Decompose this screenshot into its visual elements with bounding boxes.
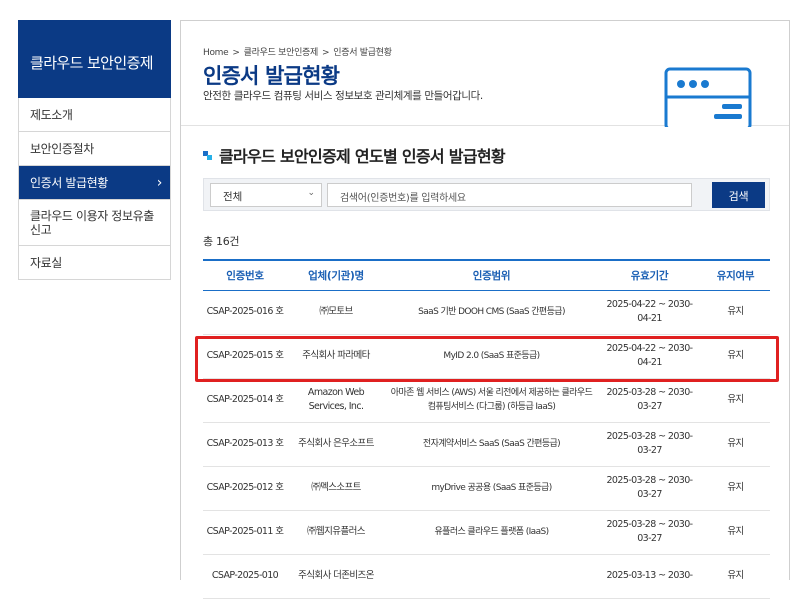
valid-period: 2025-03-13 ~ 2030- [598,554,701,599]
cert-id: CSAP-2025-015 호 [203,334,287,379]
status: 유지 [701,378,770,423]
sidebar-item-label: 보안인증절차 [30,142,94,156]
sidebar: 클라우드 보안인증제 제도소개 보안인증절차 인증서 발급현황 › 클라우드 이… [18,20,171,280]
chevron-down-icon: ⌄ [307,188,315,198]
sidebar-item-intro[interactable]: 제도소개 [19,98,170,132]
company-name: 주식회사 더존비즈온 [287,554,385,599]
breadcrumb: Home > 클라우드 보안인증제 > 인증서 발급현황 [203,45,394,58]
sidebar-item-library[interactable]: 자료실 [19,246,170,280]
column-header-status: 유지여부 [716,269,755,282]
sidebar-title: 클라우드 보안인증제 [18,20,171,98]
company-name: ㈜모토브 [287,290,385,335]
table-row[interactable]: CSAP-2025-014 호 Amazon Web Services, Inc… [203,378,770,423]
category-select[interactable]: 전체 ⌄ [210,183,322,207]
browser-window-icon [664,67,752,127]
valid-period: 2025-03-28 ~ 2030-03-27 [598,422,701,467]
search-input[interactable]: 검색어(인증번호)를 입력하세요 [327,183,692,207]
company-name: 주식회사 은우소프트 [287,422,385,467]
breadcrumb-item[interactable]: 클라우드 보안인증제 [244,48,319,58]
breadcrumb-separator: > [232,48,240,58]
sidebar-item-leak-report[interactable]: 클라우드 이용자 정보유출 신고 [19,200,170,246]
status: 유지 [701,554,770,599]
sidebar-item-label: 자료실 [30,256,62,270]
search-button[interactable]: 검색 [712,182,765,208]
table-row[interactable]: CSAP-2025-016 호 ㈜모토브 SaaS 기반 DOOH CMS (S… [203,290,770,335]
certificate-table: 인증번호 업체(기관)명 인증범위 유효기간 유지여부 CSAP-2025-01… [203,259,770,599]
cert-scope: 전자계약서비스 SaaS (SaaS 간편등급) [385,422,598,467]
table-row[interactable]: CSAP-2025-013 호 주식회사 은우소프트 전자계약서비스 SaaS … [203,422,770,467]
cert-scope [385,554,598,599]
cert-scope: 아마존 웹 서비스 (AWS) 서울 리전에서 제공하는 클라우드컴퓨팅서비스 … [385,378,598,423]
sidebar-item-certificates[interactable]: 인증서 발급현황 › [19,166,170,200]
table-row[interactable]: CSAP-2025-011 호 ㈜웹지유플러스 유플러스 클라우드 플랫폼 (I… [203,510,770,555]
status: 유지 [701,290,770,335]
cert-id: CSAP-2025-010 [203,554,287,599]
valid-period: 2025-03-28 ~ 2030-03-27 [598,378,701,423]
page-subtitle: 안전한 클라우드 컴퓨팅 서비스 정보보호 관리체계를 만들어갑니다. [203,90,483,102]
column-header-company: 업체(기관)명 [308,269,364,282]
column-header-scope: 인증범위 [472,269,511,282]
table-row[interactable]: CSAP-2025-015 호 주식회사 파라메타 MyID 2.0 (SaaS… [203,334,770,379]
section-title-text: 클라우드 보안인증제 연도별 인증서 발급현황 [219,147,506,166]
sidebar-item-procedure[interactable]: 보안인증절차 [19,132,170,166]
sidebar-menu: 제도소개 보안인증절차 인증서 발급현황 › 클라우드 이용자 정보유출 신고 … [18,98,171,280]
company-name: 주식회사 파라메타 [287,334,385,379]
cert-id: CSAP-2025-016 호 [203,290,287,335]
breadcrumb-current: 인증서 발급현황 [333,48,392,58]
bullet-icon [203,150,212,160]
valid-period: 2025-03-28 ~ 2030-03-27 [598,510,701,555]
chevron-right-icon: › [156,174,163,191]
main-panel: Home > 클라우드 보안인증제 > 인증서 발급현황 인증서 발급현황 안전한 클라… [180,20,790,599]
sidebar-item-label: 클라우드 이용자 정보유출 신고 [30,208,154,237]
cert-id: CSAP-2025-012 호 [203,466,287,511]
valid-period: 2025-04-22 ~ 2030-04-21 [598,334,701,379]
total-count: 총 16건 [203,235,240,248]
breadcrumb-separator: > [322,48,330,58]
table-header-row: 인증번호 업체(기관)명 인증범위 유효기간 유지여부 [203,260,770,290]
table-row[interactable]: CSAP-2025-012 호 ㈜멕스소프트 myDrive 공공용 (SaaS… [203,466,770,511]
company-name: ㈜멕스소프트 [287,466,385,511]
status: 유지 [701,510,770,555]
status: 유지 [701,334,770,379]
page-title: 인증서 발급현황 [203,64,340,88]
valid-period: 2025-03-28 ~ 2030-03-27 [598,466,701,511]
column-header-id: 인증번호 [226,269,264,282]
sidebar-item-label: 인증서 발급현황 [30,176,108,190]
status: 유지 [701,422,770,467]
cert-id: CSAP-2025-013 호 [203,422,287,467]
cert-scope: SaaS 기반 DOOH CMS (SaaS 간편등급) [385,290,598,335]
search-bar: 전체 ⌄ 검색어(인증번호)를 입력하세요 검색 [203,178,770,211]
status: 유지 [701,466,770,511]
cert-scope: 유플러스 클라우드 플랫폼 (IaaS) [385,510,598,555]
category-select-value: 전체 [223,191,243,203]
cert-scope: MyID 2.0 (SaaS 표준등급) [385,334,598,379]
company-name: ㈜웹지유플러스 [287,510,385,555]
cert-id: CSAP-2025-014 호 [203,378,287,423]
company-name: Amazon Web Services, Inc. [287,378,385,423]
sidebar-item-label: 제도소개 [30,108,73,122]
column-header-period: 유효기간 [630,269,669,282]
cert-id: CSAP-2025-011 호 [203,510,287,555]
section-title: 클라우드 보안인증제 연도별 인증서 발급현황 [203,143,506,167]
cert-scope: myDrive 공공용 (SaaS 표준등급) [385,466,598,511]
page-header: Home > 클라우드 보안인증제 > 인증서 발급현황 인증서 발급현황 안전한 클라… [181,21,789,127]
breadcrumb-home[interactable]: Home [203,48,229,58]
table-row[interactable]: CSAP-2025-010 주식회사 더존비즈온 2025-03-13 ~ 20… [203,554,770,599]
valid-period: 2025-04-22 ~ 2030-04-21 [598,290,701,335]
